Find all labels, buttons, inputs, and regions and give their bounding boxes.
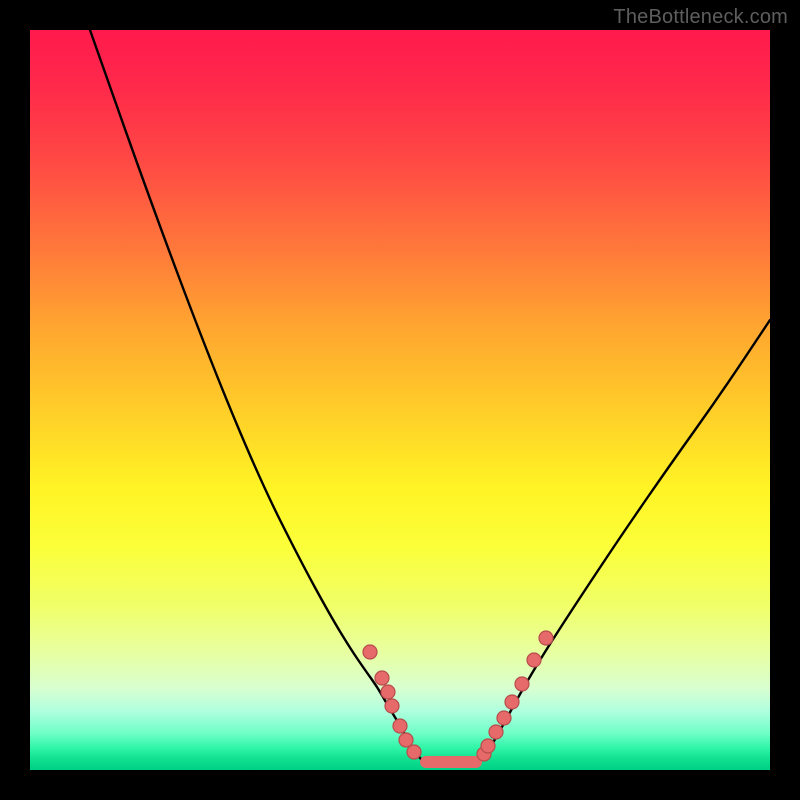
marker-dot-left [363, 645, 377, 659]
marker-dot-right [505, 695, 519, 709]
marker-dot-right [497, 711, 511, 725]
marker-dot-right [515, 677, 529, 691]
marker-dot-right [527, 653, 541, 667]
marker-dot-left [399, 733, 413, 747]
marker-dot-left [375, 671, 389, 685]
chart-frame: TheBottleneck.com [0, 0, 800, 800]
plot-area [30, 30, 770, 770]
marker-dot-right [539, 631, 553, 645]
series-right-curve [478, 320, 770, 762]
watermark-text: TheBottleneck.com [613, 6, 788, 29]
valley-band [420, 756, 482, 768]
marker-dot-left [393, 719, 407, 733]
marker-dot-left [407, 745, 421, 759]
marker-dot-left [381, 685, 395, 699]
curve-layer [30, 30, 770, 770]
marker-dot-right [489, 725, 503, 739]
marker-dot-right [481, 739, 495, 753]
marker-dot-left [385, 699, 399, 713]
